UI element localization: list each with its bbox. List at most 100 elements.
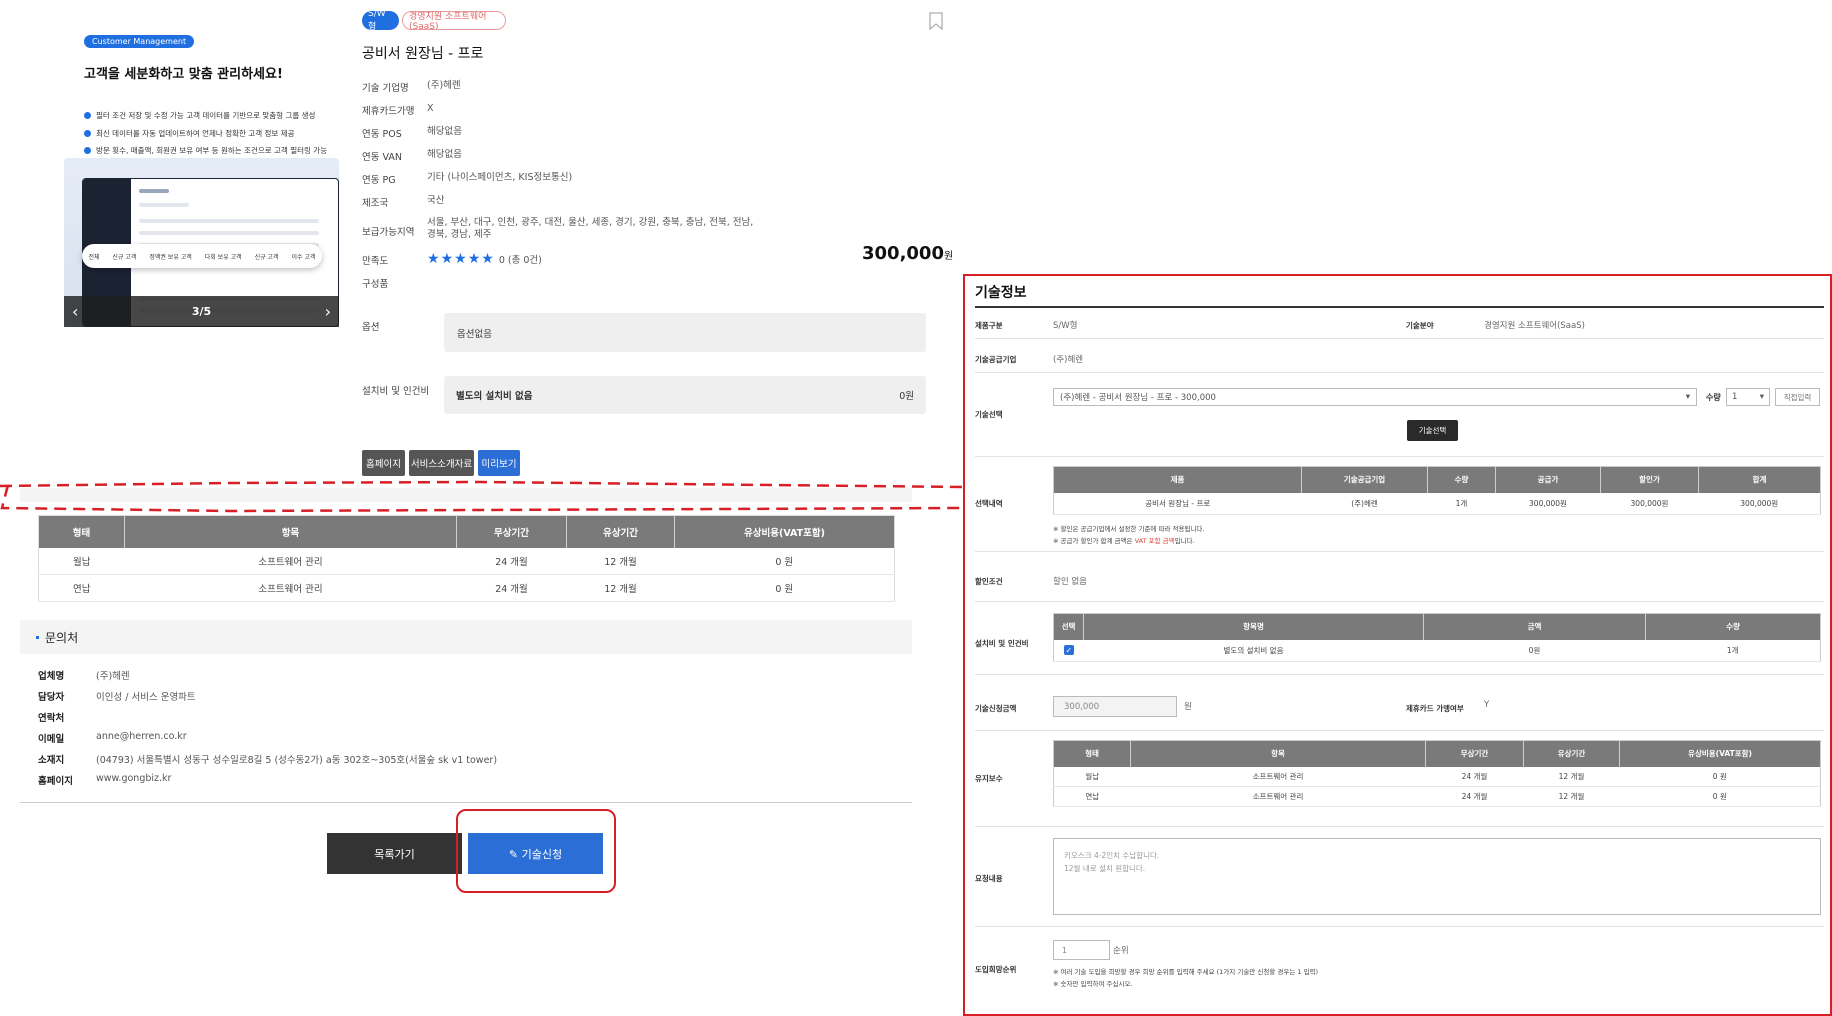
info-value: 서울, 부산, 대구, 인천, 광주, 대전, 울산, 세종, 경기, 강원, … [427, 217, 754, 240]
divider [975, 306, 1824, 308]
screenshot-line [139, 219, 319, 223]
discount-label: 할인조건 [975, 577, 1003, 586]
discount-value: 할인 없음 [1053, 577, 1087, 587]
info-label: 제휴카드가맹 [362, 106, 415, 117]
table-header: 유상비용(VAT포함) [674, 515, 895, 548]
install-fee-name: 별도의 설치비 없음 [456, 391, 533, 402]
contact-label: 홈페이지 [38, 776, 73, 787]
install-label: 설치비 및 인건비 [362, 386, 430, 397]
info-label: 연동 PG [362, 175, 396, 186]
table-header: 유상기간 [566, 515, 675, 548]
homepage-button[interactable]: 홈페이지 [362, 450, 405, 476]
product-title: 공비서 원장님 - 프로 [362, 46, 484, 62]
tech-select-dropdown[interactable]: (주)헤렌 - 공비서 원장님 - 프로 - 300,000 ▾ [1053, 388, 1697, 406]
divider [975, 826, 1824, 827]
maintenance-table: 형태 항목 무상기간 유상기간 유상비용(VAT포함) 월납 소프트웨어 관리 … [38, 515, 895, 602]
info-value: 기타 (나이스페이먼츠, KIS정보통신) [427, 172, 573, 183]
screenshot-line [139, 203, 189, 207]
screenshot-line [139, 189, 169, 193]
carousel-counter: 3/5 [191, 305, 212, 318]
info-label: 연동 POS [362, 129, 402, 140]
request-amount-label: 기술신청금액 [975, 704, 1017, 713]
contact-label: 이메일 [38, 734, 65, 745]
service-intro-button[interactable]: 서비스소개자료 [409, 450, 474, 476]
table-header-row: 형태 항목 무상기간 유상기간 유상비용(VAT포함) [38, 515, 895, 548]
contact-homepage-link[interactable]: www.gongbiz.kr [96, 773, 171, 784]
selected-items-table: 제품 기술공급기업 수량 공급가 할인가 합계 공비서 원장님 - 프로 (주)… [1053, 466, 1821, 515]
supplier-label: 기술공급기업 [975, 355, 1017, 364]
selected-label: 선택내역 [975, 499, 1003, 508]
divider [975, 372, 1824, 373]
contact-value: 이인성 / 서비스 운영파트 [96, 692, 196, 703]
install-fee-box: 별도의 설치비 없음 0원 [444, 376, 926, 414]
product-image-bullet: 최신 데이터를 자동 업데이트하여 언제나 정확한 고객 정보 제공 [84, 128, 294, 139]
product-image-carousel: Customer Management 고객을 세분화하고 맞춤 관리하세요! … [64, 13, 339, 327]
note-text: ※ 여러 기술 도입을 희망할 경우 희망 순위를 입력해 주세요 (1가지 기… [1053, 968, 1319, 976]
table-header: 항목 [124, 515, 457, 548]
table-row: ✓ 별도의 설치비 없음 0원 1개 [1053, 639, 1821, 662]
qty-select[interactable]: 1 ▾ [1726, 388, 1770, 406]
tech-select-label: 기술선택 [975, 410, 1003, 419]
divider [975, 674, 1824, 675]
rating-text: 0 (총 0건) [498, 255, 542, 266]
tech-field-label: 기술분야 [1406, 321, 1434, 330]
divider [975, 601, 1824, 602]
bullet-dot-icon [84, 130, 91, 137]
note-text: ※ 할인은 공급기업에서 설정한 기준에 따라 적용됩니다. [1053, 525, 1205, 533]
priority-label: 도입희망순위 [975, 965, 1017, 974]
list-button[interactable]: 목록가기 [327, 833, 462, 874]
table-row: 연납 소프트웨어 관리 24 개월 12 개월 0 원 [38, 574, 895, 602]
supplier-value: (주)헤렌 [1053, 355, 1084, 365]
info-value: X [427, 103, 434, 114]
table-row: 월납 소프트웨어 관리 24 개월 12 개월 0 원 [1053, 766, 1821, 787]
priority-unit: 순위 [1113, 946, 1129, 956]
table-row: 공비서 원장님 - 프로 (주)헤렌 1개 300,000원 300,000원 … [1053, 492, 1821, 515]
install-fee-price: 0원 [899, 391, 914, 402]
bullet-dot-icon [84, 147, 91, 154]
table-header-row: 선택 항목명 금액 수량 [1053, 613, 1821, 640]
install-table: 선택 항목명 금액 수량 ✓ 별도의 설치비 없음 0원 1개 [1053, 613, 1821, 662]
install-checkbox[interactable]: ✓ [1063, 645, 1074, 656]
info-label: 만족도 [362, 256, 389, 267]
contact-label: 업체명 [38, 671, 65, 682]
star-icon: ★ [454, 251, 467, 267]
direct-input-button[interactable]: 직접입력 [1775, 388, 1820, 406]
highlight-dashed-line [0, 480, 962, 513]
divider [975, 456, 1824, 457]
request-amount-input[interactable]: 300,000 [1053, 696, 1177, 717]
preview-button[interactable]: 미리보기 [478, 450, 520, 476]
screenshot-line [139, 231, 319, 235]
option-select[interactable]: 옵션없음 [444, 313, 926, 352]
bullet-square-icon [36, 635, 39, 639]
divider [975, 730, 1824, 731]
highlight-box [456, 809, 616, 893]
option-label: 옵션 [362, 322, 380, 333]
divider [975, 338, 1824, 339]
qty-label: 수량 [1706, 393, 1721, 402]
table-header: 형태 [38, 515, 125, 548]
chevron-left-icon[interactable]: ‹ [72, 302, 78, 321]
request-label: 요청내용 [975, 874, 1003, 883]
product-image-bullet: 필터 조건 저장 및 수정 가능 고객 데이터를 기반으로 맞춤형 그룹 생성 [84, 110, 315, 121]
note-text: ※ 공급가 할인가 합계 금액은 VAT 포함 금액입니다. [1053, 537, 1195, 545]
table-header-row: 형태 항목 무상기간 유상기간 유상비용(VAT포함) [1053, 740, 1821, 767]
bookmark-icon[interactable] [929, 12, 943, 30]
note-text: ※ 숫자만 입력하여 주십시오. [1053, 980, 1133, 988]
contact-label: 연락처 [38, 713, 65, 724]
contact-label: 담당자 [38, 692, 65, 703]
tech-choose-button[interactable]: 기술선택 [1407, 420, 1458, 441]
card-value: Y [1484, 700, 1490, 710]
chevron-right-icon[interactable]: › [325, 302, 331, 321]
panel-title: 기술정보 [975, 285, 1027, 301]
contact-value: (주)헤렌 [96, 671, 130, 682]
divider [975, 551, 1824, 552]
table-header: 무상기간 [456, 515, 567, 548]
bullet-dot-icon [84, 112, 91, 119]
tech-field-value: 경영지원 소프트웨어(SaaS) [1484, 321, 1585, 331]
product-image-headline: 고객을 세분화하고 맞춤 관리하세요! [84, 67, 283, 82]
product-type-tag: S/W형 [362, 9, 399, 32]
priority-input[interactable]: 1 [1053, 940, 1110, 960]
table-header-row: 제품 기술공급기업 수량 공급가 할인가 합계 [1053, 466, 1821, 493]
request-textarea[interactable]: 키오스크 4-2인치 수납합니다. 12월 내로 설치 원합니다. [1053, 838, 1821, 915]
contact-email[interactable]: anne@herren.co.kr [96, 731, 187, 742]
